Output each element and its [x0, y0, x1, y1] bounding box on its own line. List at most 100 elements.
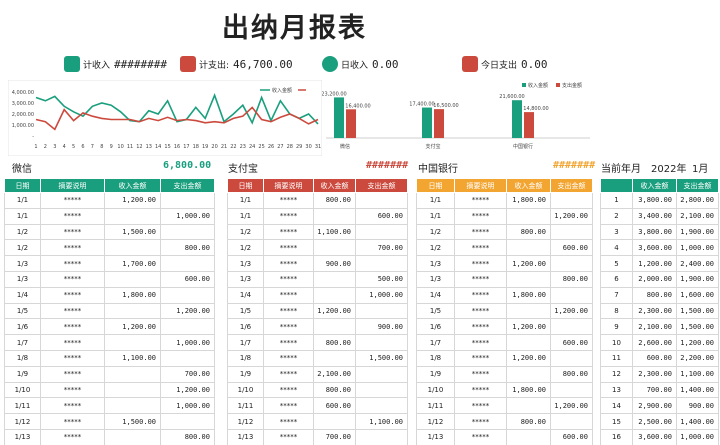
table-row: 1/12 ***** 800.00 [416, 413, 593, 430]
table-row: 1 3,800.00 2,800.00 [600, 192, 719, 209]
table-cell: 1/1 [227, 207, 264, 225]
table-cell: 7 [600, 286, 633, 304]
x-tick-label: 15 [164, 144, 170, 150]
column-header: 支出金额 [160, 178, 215, 193]
table-cell: 1/9 [4, 365, 41, 383]
table-cell: 1,800.00 [506, 286, 551, 304]
table-row: 1/4 ***** 1,000.00 [227, 286, 408, 304]
table-cell: 1/5 [227, 302, 264, 320]
x-tick-label: 22 [230, 144, 236, 150]
table-row: 13 700.00 1,400.00 [600, 381, 719, 399]
kpi-label: 计支出: [199, 60, 230, 71]
daily-summary-table: 收入金额 支出金额 1 3,800.00 2,800.00 2 3,400.00 2,100… [600, 178, 719, 445]
table-cell: 1/12 [416, 413, 455, 430]
x-tick-label: 28 [287, 144, 293, 150]
table-cell: ***** [40, 349, 105, 367]
table-cell [550, 318, 593, 336]
kpi-label: 日收入 [341, 60, 369, 71]
table-cell [160, 223, 215, 241]
table-cell: ***** [454, 270, 507, 288]
bar-0-0 [334, 97, 344, 138]
table-cell: ***** [40, 207, 105, 225]
table-cell: ***** [263, 318, 314, 336]
table-cell [160, 192, 215, 209]
column-header: 支出金额 [676, 178, 719, 193]
table-cell: ***** [40, 413, 105, 430]
x-tick-label: 微信 [340, 143, 350, 150]
table-cell: 4 [600, 239, 633, 257]
column-header: 摘要说明 [454, 178, 507, 193]
column-header: 收入金额 [313, 178, 356, 193]
table-cell: 1/12 [227, 413, 264, 430]
table-row: 1/3 ***** 500.00 [227, 270, 408, 288]
table-cell: ***** [454, 223, 507, 241]
table-row: 10 2,600.00 1,200.00 [600, 334, 719, 351]
table-cell [104, 270, 161, 288]
table-cell: 2,600.00 [632, 334, 677, 351]
section-wechat-total: 6,800.00 [163, 160, 212, 171]
table-row: 15 2,500.00 1,400.00 [600, 413, 719, 430]
table-cell: 1,800.00 [506, 192, 551, 209]
table-cell: 1/9 [416, 365, 455, 383]
table-cell: 1/13 [4, 428, 41, 445]
table-row: 1/3 ***** 800.00 [416, 270, 593, 288]
kpi-total-expense: 计支出: 46,700.00 [180, 54, 293, 74]
table-cell: 800.00 [160, 428, 215, 445]
x-tick-label: 10 [117, 144, 123, 150]
table-cell: ***** [263, 223, 314, 241]
table-row: 1/3 ***** 600.00 [4, 270, 215, 288]
table-cell: ***** [40, 239, 105, 257]
period-year: 2022年 [651, 164, 687, 175]
x-tick-label: 26 [268, 144, 274, 150]
table-cell: 1/4 [416, 286, 455, 304]
table-cell: 10 [600, 334, 633, 351]
table-cell: 800.00 [550, 365, 593, 383]
x-tick-label: 23 [240, 144, 246, 150]
table-cell: 1,200.00 [160, 381, 215, 399]
section-alipay-total: ####### [366, 160, 409, 171]
table-cell: 600.00 [355, 207, 408, 225]
table-row: 6 2,000.00 1,900.00 [600, 270, 719, 288]
table-cell [104, 239, 161, 257]
table-row: 1/6 ***** 1,200.00 [4, 318, 215, 336]
table-cell: 1/2 [227, 239, 264, 257]
table-cell: ***** [454, 286, 507, 304]
table-cell: ***** [263, 381, 314, 399]
table-cell: 1/1 [227, 192, 264, 209]
table-cell [506, 270, 551, 288]
table-cell: 1/5 [416, 302, 455, 320]
section-wechat-label: 微信 [12, 164, 32, 175]
table-cell: 12 [600, 365, 633, 383]
section-boc-label: 中国银行 [418, 164, 458, 175]
table-cell: 1/4 [227, 286, 264, 304]
x-tick-label: 31 [315, 144, 321, 150]
table-cell: 1/8 [4, 349, 41, 367]
table-cell: ***** [40, 365, 105, 383]
bar-data-label: 17,400.00 [409, 102, 434, 108]
x-tick-label: 11 [127, 144, 133, 150]
table-cell [355, 365, 408, 383]
table-header-row: 日期 摘要说明 收入金额 支出金额 [227, 178, 408, 193]
table-row: 3 3,800.00 1,900.00 [600, 223, 719, 241]
table-cell [506, 334, 551, 351]
x-tick-label: 12 [136, 144, 142, 150]
table-cell: 800.00 [550, 270, 593, 288]
x-tick-label: 20 [211, 144, 217, 150]
table-cell: 1,800.00 [104, 286, 161, 304]
bar-2-1 [524, 112, 534, 138]
table-cell: 3,800.00 [632, 192, 677, 209]
x-tick-label: 5 [72, 144, 75, 150]
table-cell: 1,200.00 [104, 192, 161, 209]
table-cell [313, 239, 356, 257]
table-row: 1/13 ***** 800.00 [4, 428, 215, 445]
table-cell [550, 349, 593, 367]
table-cell [355, 334, 408, 351]
table-cell [104, 428, 161, 445]
table-row: 1/3 ***** 900.00 [227, 255, 408, 272]
table-cell: 900.00 [355, 318, 408, 336]
table-cell: 5 [600, 255, 633, 272]
table-cell [313, 413, 356, 430]
x-tick-label: 14 [155, 144, 161, 150]
table-row: 1/8 ***** 1,200.00 [416, 349, 593, 367]
x-tick-label: 13 [146, 144, 152, 150]
